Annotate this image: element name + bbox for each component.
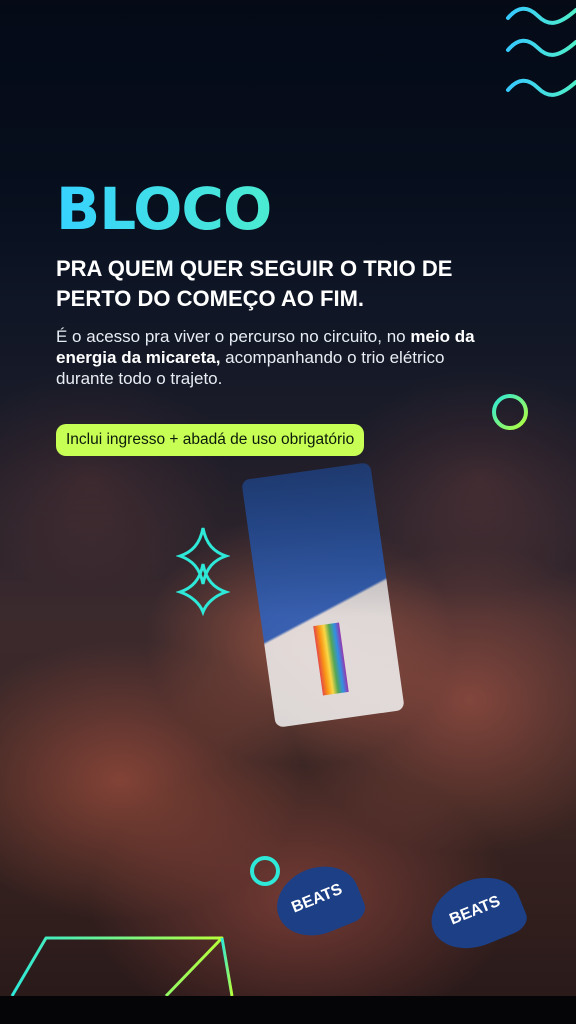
diamond-sparkle-icon [176,527,230,616]
headline: PRA QUEM QUER SEGUIR O TRIO DE PERTO DO … [56,254,526,314]
headline-line: PERTO DO COMEÇO AO FIM. [56,286,365,311]
story-card: BEATS BEATS BLOCO PRA QUEM QUER SEGUIR O… [0,0,576,1024]
description: É o acesso pra viver o percurso no circu… [56,326,486,389]
triangle-outline-icon [10,936,234,996]
description-part: É o acesso pra viver o percurso no circu… [56,327,406,346]
headline-line: PRA QUEM QUER SEGUIR O TRIO DE [56,256,453,281]
flag [241,462,405,728]
bottom-bar [0,996,576,1024]
beats-fan: BEATS [420,865,532,961]
page-title: BLOCO [56,176,526,242]
wave-lines-icon [506,6,576,97]
hero-text: BLOCO PRA QUEM QUER SEGUIR O TRIO DE PER… [56,176,526,389]
rainbow-stripe [313,622,349,696]
ring-icon [250,856,280,886]
beats-fan: BEATS [266,854,370,948]
inclusion-badge: Inclui ingresso + abadá de uso obrigatór… [56,424,365,456]
crowd-photo: BEATS BEATS [0,0,576,996]
ring-icon [492,394,528,430]
